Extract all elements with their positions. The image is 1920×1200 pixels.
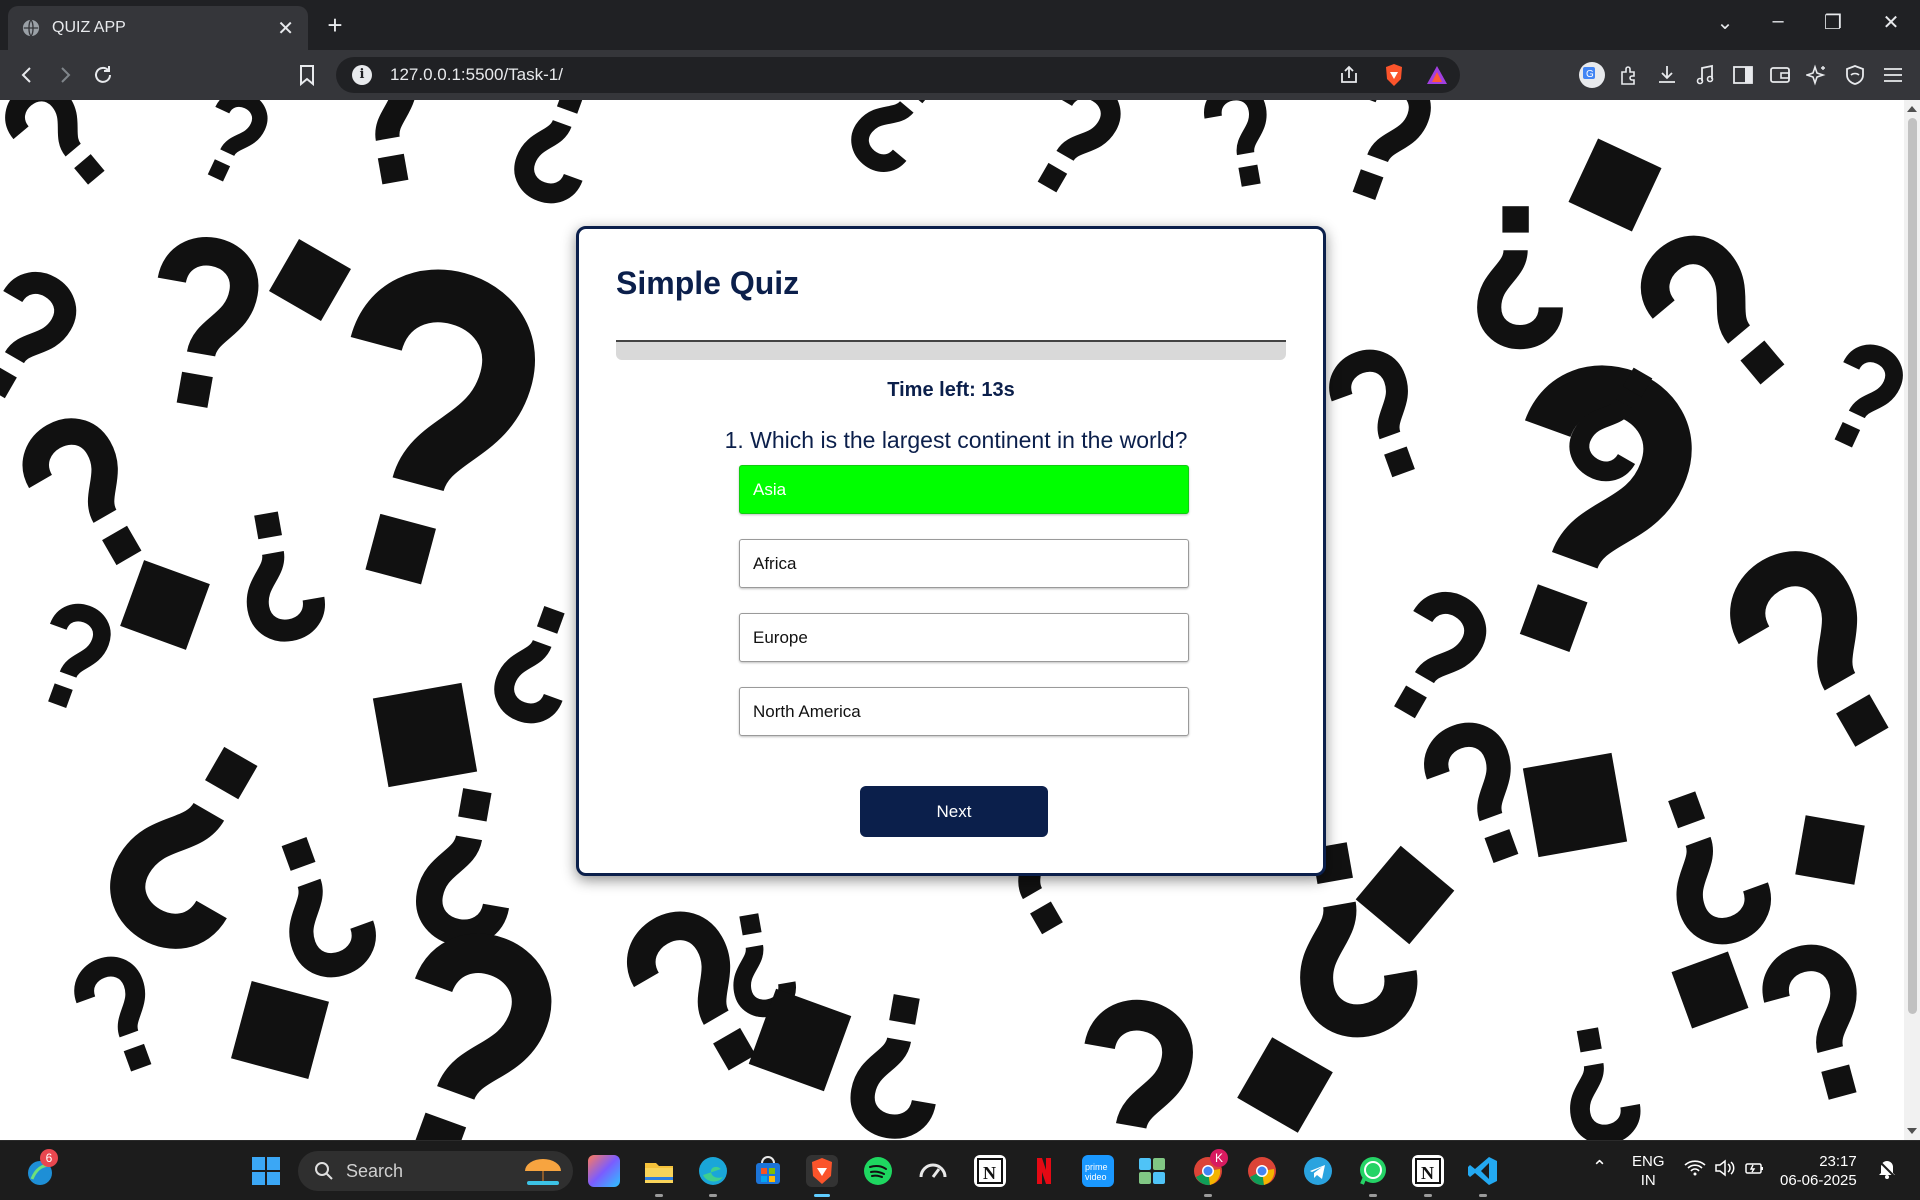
site-info-icon[interactable]: i (352, 65, 372, 85)
svg-text:N: N (1421, 1163, 1434, 1183)
lang-line1: ENG (1632, 1153, 1665, 1170)
taskbar-search[interactable]: Search (298, 1151, 573, 1191)
clock-date: 06-06-2025 (1780, 1172, 1857, 1189)
answer-option-asia[interactable]: Asia (739, 465, 1189, 514)
search-icon (315, 1162, 333, 1180)
back-icon[interactable] (12, 60, 42, 90)
show-hidden-icons[interactable]: ⌃ (1592, 1157, 1607, 1178)
answer-option-europe[interactable]: Europe (739, 613, 1189, 662)
tab-strip: QUIZ APP ✕ + ⌄ – ❐ ✕ (0, 0, 1920, 50)
extensions-icon[interactable] (1614, 60, 1644, 90)
wallet-icon[interactable] (1765, 60, 1795, 90)
notion-app-icon[interactable]: N (1412, 1155, 1444, 1187)
telegram-icon[interactable] (1302, 1155, 1334, 1187)
answer-option-africa[interactable]: Africa (739, 539, 1189, 588)
language-indicator[interactable]: ENG IN (1632, 1152, 1665, 1190)
url-text: 127.0.0.1:5500/Task-1/ (390, 65, 563, 84)
volume-icon[interactable] (1714, 1159, 1736, 1181)
vscode-icon[interactable] (1467, 1155, 1499, 1187)
file-explorer-icon[interactable] (643, 1155, 675, 1187)
svg-text:prime: prime (1085, 1162, 1108, 1172)
vpn-icon[interactable] (1840, 60, 1870, 90)
brave-browser-icon[interactable] (806, 1155, 838, 1187)
lang-line2: IN (1640, 1172, 1656, 1189)
scroll-down-arrow-icon[interactable] (1907, 1128, 1917, 1134)
prime-video-icon[interactable]: prime video (1082, 1155, 1114, 1187)
scroll-thumb[interactable] (1908, 118, 1917, 1014)
whatsapp-icon[interactable] (1357, 1155, 1389, 1187)
progress-bar (616, 340, 1286, 360)
app-grid-icon[interactable] (1136, 1155, 1168, 1187)
page-scrollbar[interactable] (1904, 100, 1920, 1140)
minimize-icon[interactable]: – (1763, 10, 1793, 33)
wifi-icon[interactable] (1684, 1159, 1706, 1181)
brave-shields-icon[interactable] (1379, 60, 1409, 90)
quiz-title: Simple Quiz (616, 265, 800, 301)
share-icon[interactable] (1334, 60, 1364, 90)
download-icon[interactable] (1652, 60, 1682, 90)
tab-search-icon[interactable]: ⌄ (1710, 10, 1740, 35)
quiz-card: Simple Quiz Time left: 13s 1. Which is t… (576, 226, 1326, 876)
media-icon[interactable] (1690, 60, 1720, 90)
svg-text:video: video (1085, 1172, 1107, 1182)
chrome-profile-badge: K (1210, 1149, 1228, 1167)
spotify-icon[interactable] (862, 1155, 894, 1187)
svg-text:N: N (983, 1163, 996, 1183)
start-icon[interactable] (250, 1155, 282, 1187)
timer-text: Time left: 13s (887, 379, 1015, 401)
notification-center-icon[interactable] (1876, 1159, 1898, 1183)
speedometer-icon[interactable] (917, 1155, 949, 1187)
new-tab-button[interactable]: + (320, 10, 350, 40)
search-placeholder: Search (346, 1160, 404, 1181)
leo-ai-icon[interactable] (1802, 60, 1832, 90)
restore-icon[interactable]: ❐ (1818, 10, 1848, 35)
menu-icon[interactable] (1878, 60, 1908, 90)
beach-umbrella-icon (525, 1159, 561, 1185)
chrome-icon[interactable] (1246, 1155, 1278, 1187)
close-tab-icon[interactable]: ✕ (277, 16, 294, 41)
browser-toolbar: i 127.0.0.1:5500/Task-1/ G (0, 50, 1920, 100)
ms-store-icon[interactable] (752, 1155, 784, 1187)
notion-icon[interactable]: N (974, 1155, 1006, 1187)
clock-time: 23:17 (1819, 1153, 1857, 1170)
notification-badge: 6 (40, 1149, 58, 1167)
close-window-icon[interactable]: ✕ (1876, 10, 1906, 35)
windows-taskbar: 6 Search N prime video K N ⌃ ENG IN 23:1… (0, 1140, 1920, 1200)
clock[interactable]: 23:17 06-06-2025 (1780, 1152, 1857, 1190)
edge-icon[interactable] (697, 1155, 729, 1187)
copilot-icon[interactable] (588, 1155, 620, 1187)
bookmark-icon[interactable] (292, 60, 322, 90)
battery-icon[interactable] (1744, 1159, 1766, 1181)
netflix-icon[interactable] (1028, 1155, 1060, 1187)
question-text: 1. Which is the largest continent in the… (724, 427, 1188, 453)
tab-quiz-app[interactable]: QUIZ APP ✕ (8, 6, 308, 50)
svg-text:G: G (1586, 69, 1594, 80)
scroll-up-arrow-icon[interactable] (1907, 106, 1917, 112)
globe-icon (22, 19, 40, 37)
reload-icon[interactable] (88, 60, 118, 90)
tab-title: QUIZ APP (52, 19, 126, 36)
google-translate-icon[interactable]: G (1577, 60, 1607, 90)
page-viewport: Simple Quiz Time left: 13s 1. Which is t… (0, 100, 1904, 1140)
next-button[interactable]: Next (860, 786, 1048, 837)
brave-rewards-icon[interactable] (1422, 60, 1452, 90)
sidebar-icon[interactable] (1728, 60, 1758, 90)
answer-option-north-america[interactable]: North America (739, 687, 1189, 736)
forward-icon[interactable] (50, 60, 80, 90)
address-bar[interactable]: i 127.0.0.1:5500/Task-1/ (336, 57, 1460, 93)
